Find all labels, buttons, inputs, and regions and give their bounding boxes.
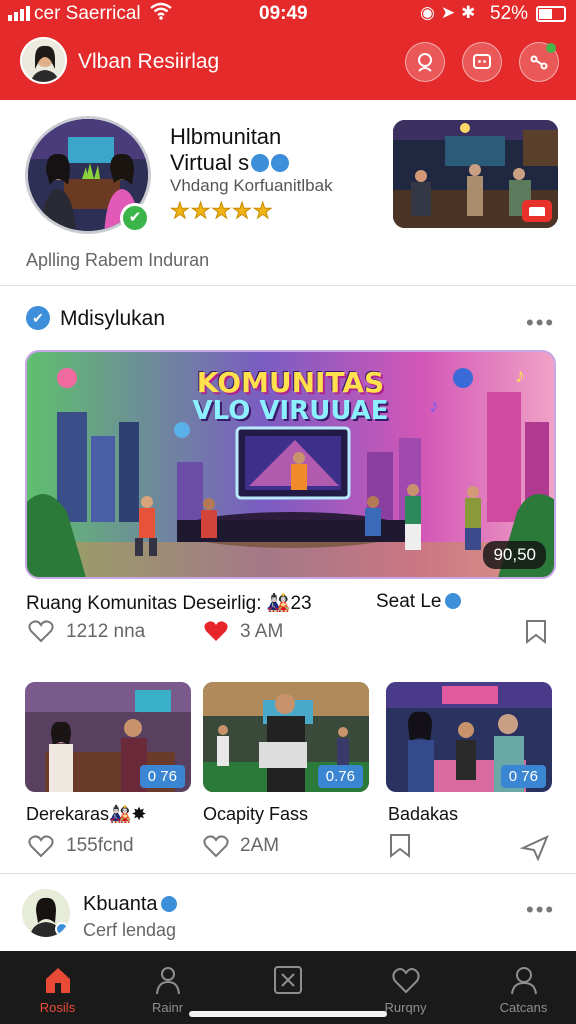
- share-plane-icon[interactable]: [520, 833, 550, 861]
- top-app-bar: cer Saerrical 09:49 ◉➤✱ 52% Vlban Resiir…: [0, 0, 576, 100]
- video-card-1[interactable]: 0 76: [25, 682, 191, 792]
- location-icon: ◉➤✱: [420, 3, 482, 22]
- carrier-label: cer Saerrical: [34, 3, 141, 24]
- card-title-1[interactable]: Derekaras🎎✸: [26, 804, 147, 825]
- rating-stars: ★★★★★: [170, 198, 274, 224]
- post-side-label-text: Seat Le: [376, 591, 442, 612]
- section-title: Mdisylukan: [60, 307, 166, 330]
- tab-home-label: Rosils: [39, 1000, 76, 1015]
- post-side-label: Seat Le: [376, 591, 461, 613]
- profile-name-line2: Virtual s: [170, 150, 250, 175]
- profile-name: Hlbmunitan Virtual s: [170, 124, 290, 176]
- section-check-icon: ✔: [26, 306, 50, 330]
- video-card-3[interactable]: 0 76: [386, 682, 552, 792]
- tab-catcans-label: Catcans: [499, 1000, 548, 1015]
- signal-icon: [8, 6, 30, 21]
- battery-icon: [536, 6, 566, 22]
- verified-badge-icon-4: [160, 896, 177, 912]
- live-badge-icon: [522, 200, 552, 222]
- search-button[interactable]: [405, 42, 445, 82]
- card-duration-badge: 0.76: [317, 765, 363, 788]
- like-outline-icon[interactable]: [203, 834, 229, 858]
- tools-icon: [274, 966, 302, 994]
- app-title: Vlban Resiirlag: [78, 50, 220, 73]
- bookmark-icon[interactable]: [524, 619, 548, 645]
- profile-name-line1: Hlbmunitan: [170, 124, 282, 149]
- post-title[interactable]: Ruang Komunitas Deseirlig: 🎎23: [26, 591, 312, 615]
- home-icon: [46, 968, 70, 993]
- card-1-stat: 155fcnd: [66, 835, 134, 856]
- like-outline-icon[interactable]: [28, 834, 54, 858]
- heart-filled-icon[interactable]: [202, 619, 230, 643]
- share-icon: [530, 55, 548, 70]
- search-icon: [418, 53, 432, 72]
- chat-icon: [473, 54, 491, 69]
- share-button[interactable]: [519, 42, 559, 82]
- person-icon: [156, 967, 180, 995]
- video-card-2[interactable]: 0.76: [203, 682, 369, 792]
- user-subtitle: Cerf lendag: [83, 920, 177, 940]
- profile-meta: Aplling Rabem Induran: [26, 250, 210, 270]
- battery-percent: 52%: [490, 3, 529, 24]
- app-avatar[interactable]: [20, 37, 67, 84]
- tab-home[interactable]: Rosils: [0, 951, 115, 1024]
- hero-title-line1: KOMUNITAS: [196, 366, 385, 399]
- like-count: 1212 nna: [66, 621, 146, 642]
- wifi-icon: [150, 2, 172, 25]
- user-more-button[interactable]: •••: [526, 897, 555, 923]
- profile-icon: [511, 967, 537, 995]
- chat-button[interactable]: [462, 42, 502, 82]
- status-bar: cer Saerrical 09:49 ◉➤✱ 52%: [0, 0, 576, 28]
- card-duration-badge: 0 76: [139, 765, 185, 788]
- profile-subtitle: Vhdang Korfuanitlbak: [170, 176, 333, 195]
- card-title-2[interactable]: Ocapity Fass: [203, 804, 308, 825]
- verified-badge-icon-3: [444, 593, 461, 609]
- clock: 09:49: [259, 3, 308, 24]
- bookmark-icon[interactable]: [388, 833, 412, 859]
- user-avatar[interactable]: [22, 889, 70, 937]
- heart-icon: [392, 968, 420, 994]
- home-indicator[interactable]: [189, 1011, 387, 1017]
- user-name-text: Kbuanta: [83, 893, 158, 915]
- section-more-button[interactable]: •••: [526, 310, 555, 336]
- verified-check-icon: ✔: [120, 203, 150, 233]
- card-duration-badge: 0 76: [500, 765, 546, 788]
- hero-duration-badge: 90,50: [483, 541, 546, 569]
- profile-thumbnail[interactable]: [393, 120, 558, 228]
- tab-catcans[interactable]: Catcans: [466, 951, 576, 1024]
- hero-banner[interactable]: ♪ ♪ KOMUNITAS VLO VIRUUAE 90,50: [25, 350, 556, 579]
- verified-badge-icon-2: [271, 154, 290, 172]
- card-title-3[interactable]: Badakas: [388, 804, 458, 825]
- hero-title-line2: VLO VIRUUAE: [192, 396, 389, 426]
- notification-dot: [546, 43, 556, 53]
- verified-badge-icon: [251, 154, 270, 172]
- like-outline-icon[interactable]: [28, 619, 54, 643]
- heart-time: 3 AM: [240, 621, 284, 642]
- user-name: Kbuanta: [83, 893, 177, 916]
- divider: [0, 873, 576, 874]
- card-2-stat: 2AM: [240, 835, 280, 856]
